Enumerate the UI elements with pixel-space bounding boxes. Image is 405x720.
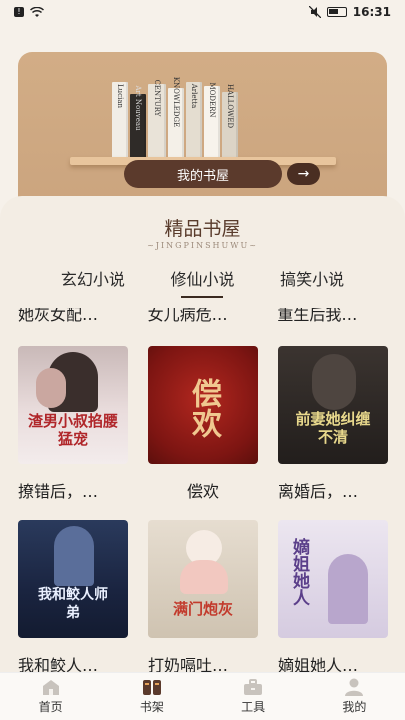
my-bookshelf-button[interactable]: 我的书屋	[124, 160, 282, 188]
cover-title: 前妻她纠缠不清	[295, 410, 371, 446]
book-cover[interactable]: 我和鲛人师弟	[18, 520, 128, 638]
bottom-navigation: 首页 书架 工具 我的	[0, 672, 405, 720]
book-card[interactable]: 前妻她纠缠不清 离婚后，…	[278, 346, 388, 502]
home-icon	[42, 680, 59, 695]
partial-row: 她灰女配… 女儿病危… 重生后我…	[0, 308, 405, 325]
nav-bookshelf[interactable]: 书架	[117, 678, 187, 715]
book-card[interactable]: 我和鲛人师弟 我和鲛人…	[18, 520, 128, 676]
spine-label: Lucian	[116, 84, 124, 108]
book-grid-scroll[interactable]: 她灰女配… 女儿病危… 重生后我… 渣男小叔掐腰猛宠 撩错后，… 偿欢 偿欢 前…	[0, 308, 405, 676]
book-cover[interactable]: 嫡姐她人	[278, 520, 388, 638]
book-title[interactable]: 偿欢	[148, 478, 258, 502]
cover-title: 偿欢	[186, 378, 221, 438]
book-title[interactable]: 重生后我…	[277, 308, 387, 325]
nav-tools[interactable]: 工具	[218, 678, 288, 715]
cover-title: 渣男小叔掐腰猛宠	[27, 412, 118, 448]
book-grid: 渣男小叔掐腰猛宠 撩错后，… 偿欢 偿欢 前妻她纠缠不清 离婚后，… 我和鲛人师…	[18, 346, 388, 676]
tab-comedy[interactable]: 搞笑小说	[280, 266, 344, 298]
book-cover[interactable]: 渣男小叔掐腰猛宠	[18, 346, 128, 464]
notification-icon: !	[14, 7, 24, 17]
tab-cultivation[interactable]: 修仙小说	[170, 266, 234, 298]
banner-book-spines: Lucian Art Nouveau CENTURY KNOWLEDGE Arl…	[112, 77, 238, 158]
wifi-icon	[30, 6, 44, 17]
nav-home[interactable]: 首页	[16, 678, 86, 715]
book-cover[interactable]: 前妻她纠缠不清	[278, 346, 388, 464]
category-tabs: 玄幻小说 修仙小说 搞笑小说	[0, 266, 405, 298]
arrow-right-icon[interactable]: →	[287, 163, 320, 185]
clock: 16:31	[352, 5, 391, 19]
spine-label: CENTURY	[153, 79, 161, 117]
book-card[interactable]: 偿欢 偿欢	[148, 346, 258, 502]
battery-icon	[326, 7, 347, 17]
toolbox-icon	[244, 679, 263, 695]
book-card[interactable]: 满门炮灰 打奶嗝吐…	[148, 520, 258, 676]
nav-label: 我的	[342, 700, 367, 714]
nav-label: 工具	[241, 700, 266, 714]
spine-label: Art Nouveau	[134, 85, 142, 131]
spine-label: KNOWLEDGE	[172, 76, 180, 128]
bookshelf-icon	[142, 680, 161, 695]
nav-profile[interactable]: 我的	[319, 678, 389, 715]
book-cover[interactable]: 满门炮灰	[148, 520, 258, 638]
book-title[interactable]: 她灰女配…	[18, 308, 128, 325]
nav-label: 书架	[139, 700, 164, 714]
cover-title: 嫡姐她人	[289, 538, 309, 606]
cover-title: 我和鲛人师弟	[38, 587, 108, 621]
book-title[interactable]: 撩错后，…	[18, 478, 128, 502]
featured-books-panel: 精品书屋 ~JINGPINSHUWU~ 玄幻小说 修仙小说 搞笑小说 她灰女配……	[0, 196, 405, 676]
section-subtitle: ~JINGPINSHUWU~	[147, 241, 258, 250]
spine-label: HALLOWED	[226, 83, 234, 129]
nav-label: 首页	[38, 700, 63, 714]
cover-title: 满门炮灰	[172, 600, 233, 618]
person-icon	[345, 678, 364, 696]
book-cover[interactable]: 偿欢	[148, 346, 258, 464]
section-title: 精品书屋	[164, 218, 241, 240]
mute-icon	[308, 6, 321, 18]
book-title[interactable]: 女儿病危…	[148, 308, 258, 325]
status-bar: ! 16:31	[0, 0, 405, 24]
spine-label: Arletta	[190, 83, 198, 109]
book-card[interactable]: 渣男小叔掐腰猛宠 撩错后，…	[18, 346, 128, 502]
book-title[interactable]: 离婚后，…	[278, 478, 388, 502]
book-card[interactable]: 嫡姐她人 嫡姐她人…	[278, 520, 388, 676]
spine-label: MODERN	[208, 82, 216, 118]
tab-fantasy[interactable]: 玄幻小说	[61, 266, 125, 298]
